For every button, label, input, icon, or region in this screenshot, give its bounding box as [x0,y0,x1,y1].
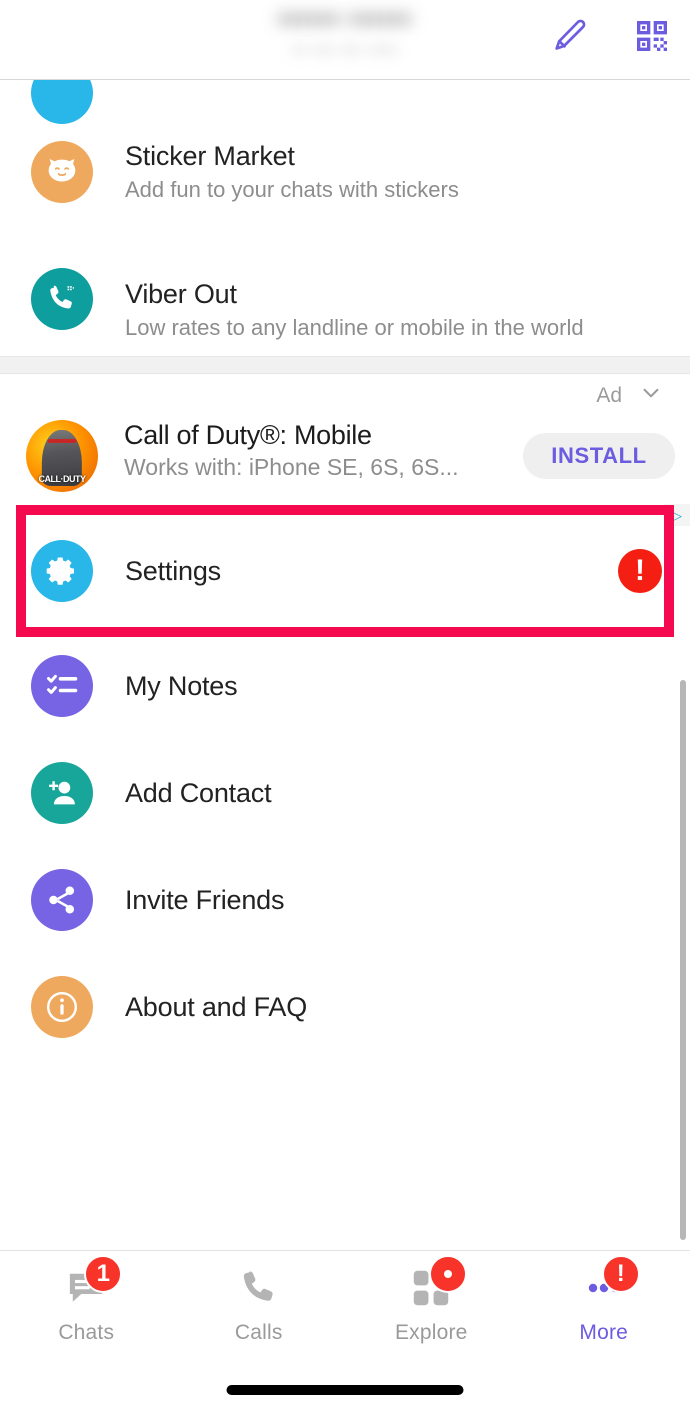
profile-name: •••••• •••••• [278,4,412,34]
add-person-icon [31,762,93,824]
ad-subtitle: Works with: iPhone SE, 6S, 6S... [124,454,459,480]
status-badge: ! [618,549,662,593]
list-item-text: Settings [125,554,221,588]
call-of-duty-thumbnail[interactable]: CALL·DUTY [26,420,98,492]
sticker-cat-icon [31,140,93,203]
tab-badge-more: ! [601,1255,640,1293]
tab-badge-explore: • [429,1255,468,1293]
list-item-viber-out[interactable]: Viber Out Low rates to any landline or m… [0,250,690,370]
vertical-scrollbar[interactable] [680,680,686,1240]
list-item-sticker-market[interactable]: Sticker Market Add fun to your chats wit… [0,124,690,219]
ad-text: Call of Duty®: Mobile Works with: iPhone… [124,418,514,483]
list-item-partial[interactable] [0,80,690,124]
list-item-add-contact[interactable]: Add Contact [0,757,690,829]
bottom-tab-bar: 1 Chats Calls Explore ! More [0,1250,690,1413]
phone-out-icon [31,268,93,330]
list-item-my-notes[interactable]: My Notes [0,650,690,722]
list-item-about-faq[interactable]: About and FAQ [0,971,690,1043]
info-icon [31,976,93,1038]
list-item-title: My Notes [125,671,238,701]
tab-explore[interactable]: • Explore [345,1255,518,1361]
list-item-title: Add Contact [125,778,272,808]
phone-icon [243,1271,273,1301]
header-actions [548,14,674,58]
tab-label-more: More [579,1321,629,1344]
thumbnail-caption: CALL·DUTY [38,474,87,485]
list-item-title: Settings [125,556,221,586]
qr-code-icon[interactable] [630,14,674,58]
ad-title: Call of Duty®: Mobile [124,420,372,450]
tab-chats[interactable]: 1 Chats [0,1255,173,1361]
viber-more-screen: •••••• •••••• •• ••• ••• •••• Sticker Ma… [0,0,690,1413]
list-item-text: Viber Out Low rates to any landline or m… [125,277,584,343]
list-item-title: Invite Friends [125,885,285,915]
profile-phone-number: •• ••• ••• •••• [292,40,398,60]
list-item-title: Viber Out [125,279,237,309]
install-button[interactable]: INSTALL [523,433,675,479]
section-divider [0,356,690,374]
home-indicator [226,1385,464,1395]
tab-more[interactable]: ! More [518,1255,690,1361]
checklist-icon [31,655,93,717]
ad-label: Ad [596,383,622,407]
list-item-text: Add Contact [125,776,272,810]
blue-circle-icon [31,80,93,124]
list-item-text: Sticker Market Add fun to your chats wit… [125,139,459,205]
tab-calls[interactable]: Calls [173,1259,346,1361]
tab-label-calls: Calls [234,1321,283,1344]
list-item-subtitle: Add fun to your chats with stickers [125,176,459,202]
chevron-down-icon[interactable] [638,380,664,411]
pencil-icon[interactable] [548,14,592,58]
list-item-settings[interactable]: Settings ! [0,535,690,607]
ad-label-group[interactable]: Ad [596,380,664,411]
list-item-title: Sticker Market [125,140,295,171]
list-item-subtitle: Low rates to any landline or mobile in t… [125,315,584,340]
app-header: •••••• •••••• •• ••• ••• •••• [0,0,690,80]
list-item-title: About and FAQ [125,992,308,1022]
tab-label-explore: Explore [394,1321,468,1344]
list-item-text: Invite Friends [125,883,284,917]
tab-badge-chats: 1 [84,1255,123,1293]
tab-label-chats: Chats [58,1321,115,1344]
list-item-invite-friends[interactable]: Invite Friends [0,864,690,936]
list-item-text: My Notes [125,669,238,703]
menu-scroll-area[interactable]: Sticker Market Add fun to your chats wit… [0,80,690,1250]
ad-banner[interactable]: Ad CALL·DUTY Call of Duty®: Mobile Works… [0,374,690,526]
list-item-text: About and FAQ [125,990,307,1024]
share-icon [31,869,93,931]
gear-icon [31,540,93,602]
